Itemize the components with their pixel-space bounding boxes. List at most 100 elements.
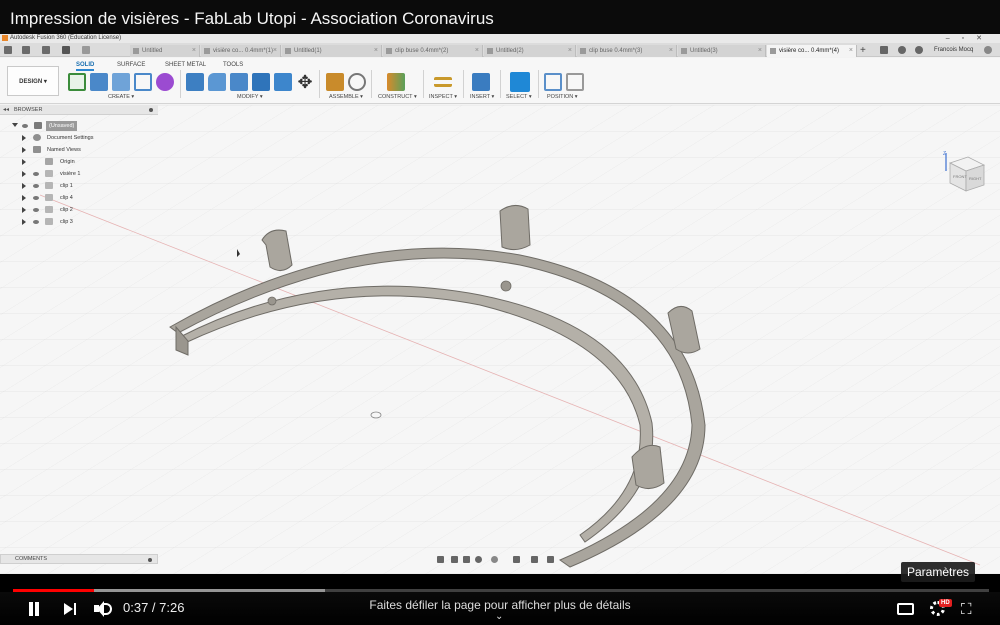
zoom-icon[interactable] [475, 556, 482, 563]
document-tab[interactable]: clip buse 0.4mm*(2) × [383, 45, 483, 57]
visibility-eye-icon[interactable] [33, 208, 39, 212]
video-title[interactable]: Impression de visières - FabLab Utopi - … [0, 0, 1000, 34]
expand-arrow-icon[interactable] [22, 147, 26, 153]
expand-arrow-icon[interactable] [22, 219, 26, 225]
chamfer-icon[interactable] [230, 73, 248, 91]
create-sketch-icon[interactable] [68, 73, 86, 91]
visibility-eye-icon[interactable] [33, 220, 39, 224]
scroll-hint[interactable]: Faites défiler la page pour afficher plu… [300, 598, 700, 612]
tab-surface[interactable]: SURFACE [117, 62, 145, 68]
viewports-icon[interactable] [547, 556, 554, 563]
revolve-icon[interactable] [112, 73, 130, 91]
comments-panel[interactable]: COMMENTS [0, 554, 158, 564]
expand-arrow-icon[interactable] [22, 135, 26, 141]
save-icon[interactable] [42, 46, 50, 54]
volume-button[interactable] [94, 601, 112, 617]
pin-peg[interactable] [500, 280, 512, 292]
tree-item-body[interactable]: clip 3 [0, 216, 158, 228]
new-component-icon[interactable] [326, 73, 344, 91]
visibility-eye-icon[interactable] [33, 172, 39, 176]
document-tab[interactable]: visière co... 0.4mm*(1) × [201, 45, 281, 57]
data-panel-icon[interactable] [4, 46, 12, 54]
insert-image-icon[interactable] [472, 73, 490, 91]
extrude-icon[interactable] [90, 73, 108, 91]
window-controls[interactable]: –▫✕ [946, 34, 994, 43]
select-menu[interactable]: SELECT ▾ [506, 94, 532, 100]
offset-plane-icon[interactable] [387, 73, 405, 91]
close-tab-icon[interactable]: × [568, 45, 572, 57]
fillet-icon[interactable] [208, 73, 226, 91]
document-tab[interactable]: Untitled(3) × [678, 45, 766, 57]
subtitles-button[interactable] [897, 603, 914, 615]
inspect-menu[interactable]: INSPECT ▾ [429, 94, 457, 100]
pan-icon[interactable] [463, 556, 470, 563]
capture-position-icon[interactable] [544, 73, 562, 91]
tree-item-body[interactable]: clip 4 [0, 192, 158, 204]
close-tab-icon[interactable]: × [758, 45, 762, 57]
close-tab-icon[interactable]: × [192, 45, 196, 57]
document-tab[interactable]: Untitled × [130, 45, 200, 57]
close-tab-icon[interactable]: × [849, 45, 853, 57]
expand-arrow-icon[interactable] [22, 159, 26, 165]
joint-icon[interactable] [348, 73, 366, 91]
revert-position-icon[interactable] [566, 73, 584, 91]
hole-icon[interactable] [134, 73, 152, 91]
visibility-eye-icon[interactable] [33, 184, 39, 188]
clip-part[interactable] [499, 205, 531, 251]
close-tab-icon[interactable]: × [475, 45, 479, 57]
tab-sheet-metal[interactable]: SHEET METAL [165, 62, 206, 68]
look-at-icon[interactable] [451, 556, 458, 563]
help-icon[interactable] [984, 46, 992, 54]
tree-item-root[interactable]: (Unsaved) [0, 120, 158, 132]
close-tab-icon[interactable]: × [669, 45, 673, 57]
grid-settings-icon[interactable] [531, 556, 538, 563]
notifications-icon[interactable] [915, 46, 923, 54]
document-tab-active[interactable]: visière co... 0.4mm*(4) × [767, 45, 857, 57]
tab-tools[interactable]: TOOLS [223, 62, 243, 68]
expand-arrow-icon[interactable] [22, 171, 26, 177]
modify-menu[interactable]: MODIFY ▾ [237, 94, 263, 100]
collapse-icon[interactable]: ◂◂ [3, 105, 9, 115]
orbit-icon[interactable] [437, 556, 444, 563]
document-tab[interactable]: Untitled(1) × [282, 45, 382, 57]
move-icon[interactable]: ✥ [296, 73, 314, 91]
chevron-down-icon[interactable]: ⌄ [495, 611, 503, 622]
view-cube[interactable]: Z FRONT RIGHT [940, 149, 990, 199]
undo-icon[interactable] [62, 46, 70, 54]
position-menu[interactable]: POSITION ▾ [547, 94, 578, 100]
tree-item-origin[interactable]: Origin [0, 156, 158, 168]
press-pull-icon[interactable] [186, 73, 204, 91]
fit-icon[interactable] [491, 556, 498, 563]
browser-header[interactable]: ◂◂ BROWSER [0, 105, 158, 115]
measure-icon[interactable] [434, 77, 452, 87]
form-icon[interactable] [156, 73, 174, 91]
new-tab-button[interactable]: + [860, 45, 866, 56]
tree-item-named-views[interactable]: Named Views [0, 144, 158, 156]
exit-fullscreen-button[interactable]: ⛶ [961, 602, 976, 617]
workspace-switcher-button[interactable]: DESIGN ▾ [7, 66, 59, 96]
create-menu[interactable]: CREATE ▾ [108, 94, 134, 100]
display-settings-icon[interactable] [513, 556, 520, 563]
document-tab[interactable]: clip buse 0.4mm*(3) × [577, 45, 677, 57]
pause-button[interactable] [27, 602, 41, 616]
video-player[interactable]: Impression de visières - FabLab Utopi - … [0, 0, 1000, 625]
construct-menu[interactable]: CONSTRUCT ▾ [378, 94, 417, 100]
panel-options-icon[interactable] [149, 108, 153, 112]
visibility-eye-icon[interactable] [22, 124, 28, 128]
tree-item-body[interactable]: visière 1 [0, 168, 158, 180]
pin-peg[interactable] [267, 296, 277, 306]
next-video-button[interactable] [64, 603, 78, 615]
tree-item-document-settings[interactable]: Document Settings [0, 132, 158, 144]
close-tab-icon[interactable]: × [273, 45, 277, 57]
file-menu-icon[interactable] [22, 46, 30, 54]
tree-item-body[interactable]: clip 2 [0, 204, 158, 216]
document-tab[interactable]: Untitled(2) × [484, 45, 576, 57]
job-status-icon[interactable] [898, 46, 906, 54]
tree-item-body[interactable]: clip 1 [0, 180, 158, 192]
user-account[interactable]: Francois Mocq [934, 43, 973, 57]
expand-arrow-icon[interactable] [22, 207, 26, 213]
close-tab-icon[interactable]: × [374, 45, 378, 57]
expand-arrow-icon[interactable] [12, 123, 18, 127]
combine-icon[interactable] [274, 73, 292, 91]
extensions-icon[interactable] [880, 46, 888, 54]
